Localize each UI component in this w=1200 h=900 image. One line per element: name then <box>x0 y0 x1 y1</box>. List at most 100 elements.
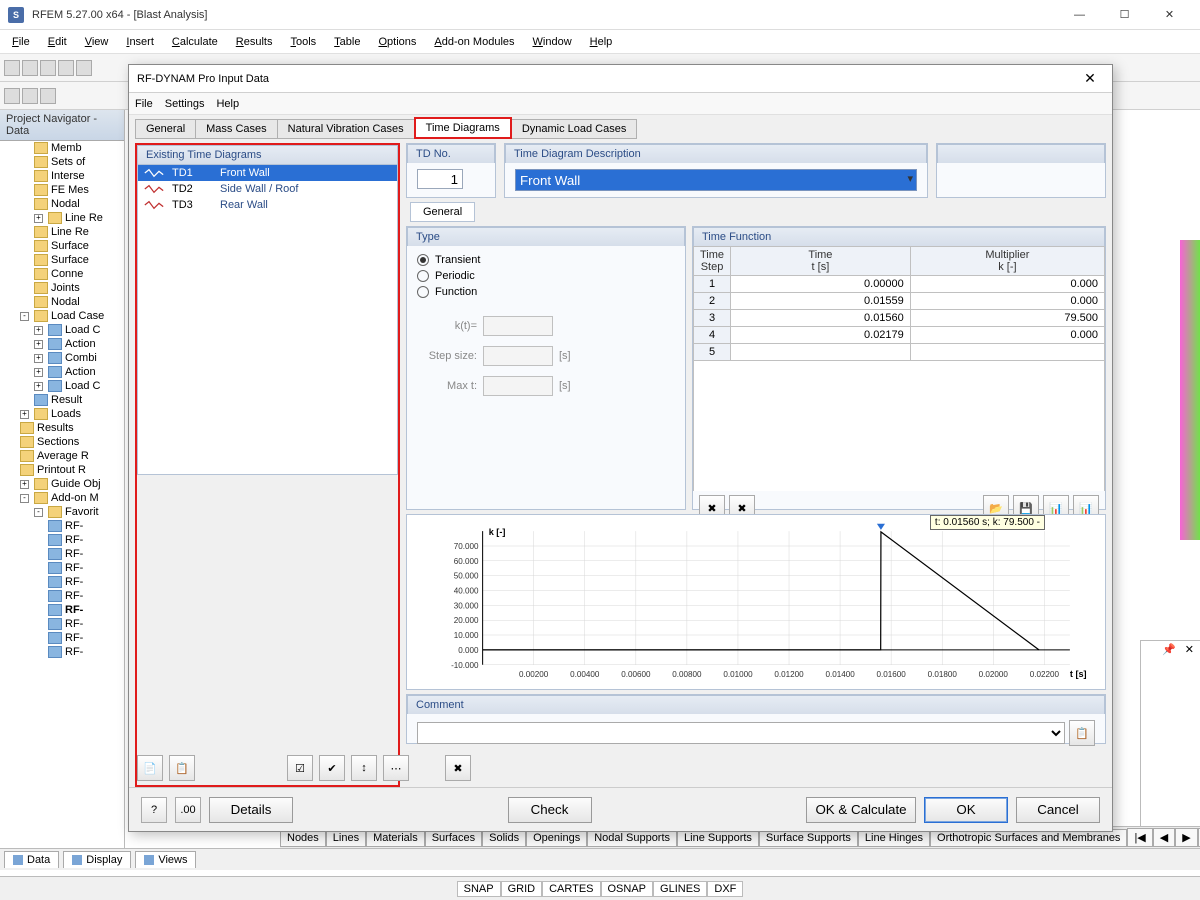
tree-item[interactable]: Printout R <box>0 463 124 477</box>
cell-time[interactable]: 0.02179 <box>731 327 911 344</box>
tree-expander[interactable]: + <box>20 410 29 419</box>
time-diagram-list[interactable]: TD1Front WallTD2Side Wall / RoofTD3Rear … <box>137 164 398 475</box>
menu-help[interactable]: Help <box>582 33 621 51</box>
tree-item[interactable]: RF- <box>0 603 124 617</box>
menu-edit[interactable]: Edit <box>40 33 75 51</box>
tree-item[interactable]: RF- <box>0 631 124 645</box>
menu-window[interactable]: Window <box>525 33 580 51</box>
comment-edit-button[interactable]: 📋 <box>1069 720 1095 746</box>
menu-add-on-modules[interactable]: Add-on Modules <box>426 33 522 51</box>
check-all-button[interactable]: ☑ <box>287 755 313 781</box>
toolbar-icon[interactable] <box>22 60 38 76</box>
tree-expander[interactable]: + <box>34 368 43 377</box>
td-list-item[interactable]: TD1Front Wall <box>138 165 397 181</box>
table-row[interactable]: 10.000000.000 <box>694 276 1105 293</box>
cell-mult[interactable]: 0.000 <box>910 293 1104 310</box>
details-button[interactable]: Details <box>209 797 293 823</box>
copy-td-button[interactable]: 📋 <box>169 755 195 781</box>
menu-calculate[interactable]: Calculate <box>164 33 226 51</box>
toolbar-icon[interactable] <box>58 60 74 76</box>
more-button[interactable]: ⋯ <box>383 755 409 781</box>
tree-item[interactable]: +Load C <box>0 323 124 337</box>
cell-mult[interactable]: 79.500 <box>910 310 1104 327</box>
nav-tab-data[interactable]: Data <box>4 851 59 868</box>
table-row[interactable]: 30.0156079.500 <box>694 310 1105 327</box>
tab-scroll-button[interactable]: ▶ <box>1175 828 1197 847</box>
tree-expander[interactable]: - <box>20 494 29 503</box>
tree-expander[interactable]: + <box>34 214 43 223</box>
toolbar-icon[interactable] <box>4 60 20 76</box>
tree-item[interactable]: RF- <box>0 533 124 547</box>
tree-item[interactable]: +Load C <box>0 379 124 393</box>
cell-time[interactable]: 0.00000 <box>731 276 911 293</box>
td-no-input[interactable] <box>417 169 463 189</box>
status-osnap[interactable]: OSNAP <box>601 881 654 897</box>
delete-td-button[interactable]: ✖ <box>445 755 471 781</box>
type-radio-periodic[interactable]: Periodic <box>417 268 675 284</box>
dialog-menu-settings[interactable]: Settings <box>165 98 205 110</box>
tree-item[interactable]: RF- <box>0 547 124 561</box>
dialog-tab-general[interactable]: General <box>135 119 196 139</box>
menu-tools[interactable]: Tools <box>282 33 324 51</box>
dialog-menu-help[interactable]: Help <box>216 98 239 110</box>
tree-item[interactable]: +Loads <box>0 407 124 421</box>
status-dxf[interactable]: DXF <box>707 881 743 897</box>
menu-view[interactable]: View <box>77 33 117 51</box>
tree-item[interactable]: Interse <box>0 169 124 183</box>
tree-item[interactable]: RF- <box>0 575 124 589</box>
general-subtab[interactable]: General <box>410 202 475 222</box>
menu-table[interactable]: Table <box>326 33 368 51</box>
time-function-table[interactable]: TimeStep Timet [s] Multiplierk [-] 10.00… <box>693 246 1105 361</box>
new-td-button[interactable]: 📄 <box>137 755 163 781</box>
tree-item[interactable]: +Line Re <box>0 211 124 225</box>
tree-item[interactable]: Line Re <box>0 225 124 239</box>
toolbar-icon[interactable] <box>76 60 92 76</box>
tree-expander[interactable]: + <box>34 382 43 391</box>
chevron-down-icon[interactable]: ▾ <box>907 172 913 185</box>
tree-item[interactable]: Conne <box>0 267 124 281</box>
cell-time[interactable]: 0.01560 <box>731 310 911 327</box>
comment-select[interactable] <box>417 722 1065 744</box>
close-button[interactable]: ✕ <box>1147 1 1192 29</box>
check-button[interactable]: Check <box>508 797 592 823</box>
tree-expander[interactable]: + <box>20 480 29 489</box>
dialog-tab-natural-vibration-cases[interactable]: Natural Vibration Cases <box>277 119 415 139</box>
table-row[interactable]: 5 <box>694 344 1105 361</box>
tree-item[interactable]: +Action <box>0 365 124 379</box>
toolbar-icon[interactable] <box>40 88 56 104</box>
tree-item[interactable]: Nodal <box>0 197 124 211</box>
tree-item[interactable]: Sections <box>0 435 124 449</box>
tree-item[interactable]: RF- <box>0 617 124 631</box>
tree-item[interactable]: Nodal <box>0 295 124 309</box>
dialog-tab-mass-cases[interactable]: Mass Cases <box>195 119 278 139</box>
status-cartes[interactable]: CARTES <box>542 881 600 897</box>
maximize-button[interactable]: ☐ <box>1102 1 1147 29</box>
status-grid[interactable]: GRID <box>501 881 543 897</box>
tree-item[interactable]: Result <box>0 393 124 407</box>
tree-item[interactable]: +Action <box>0 337 124 351</box>
ok-button[interactable]: OK <box>924 797 1008 823</box>
minimize-button[interactable]: — <box>1057 1 1102 29</box>
cell-time[interactable]: 0.01559 <box>731 293 911 310</box>
status-glines[interactable]: GLINES <box>653 881 707 897</box>
td-description-select[interactable] <box>515 169 917 191</box>
tree-item[interactable]: -Add-on M <box>0 491 124 505</box>
tab-scroll-button[interactable]: ◀ <box>1153 828 1175 847</box>
tree-item[interactable]: Memb <box>0 141 124 155</box>
tree-item[interactable]: Results <box>0 421 124 435</box>
type-radio-transient[interactable]: Transient <box>417 252 675 268</box>
ok-calculate-button[interactable]: OK & Calculate <box>806 797 916 823</box>
radio-icon[interactable] <box>417 270 429 282</box>
tree-item[interactable]: Average R <box>0 449 124 463</box>
cancel-button[interactable]: Cancel <box>1016 797 1100 823</box>
sort-button[interactable]: ↕ <box>351 755 377 781</box>
tree-expander[interactable]: + <box>34 326 43 335</box>
td-list-item[interactable]: TD2Side Wall / Roof <box>138 181 397 197</box>
table-row[interactable]: 40.021790.000 <box>694 327 1105 344</box>
tree-expander[interactable]: - <box>20 312 29 321</box>
units-button[interactable]: .00 <box>175 797 201 823</box>
tree-item[interactable]: Sets of <box>0 155 124 169</box>
tree-item[interactable]: RF- <box>0 645 124 659</box>
dialog-tab-dynamic-load-cases[interactable]: Dynamic Load Cases <box>511 119 638 139</box>
tree-item[interactable]: -Favorit <box>0 505 124 519</box>
